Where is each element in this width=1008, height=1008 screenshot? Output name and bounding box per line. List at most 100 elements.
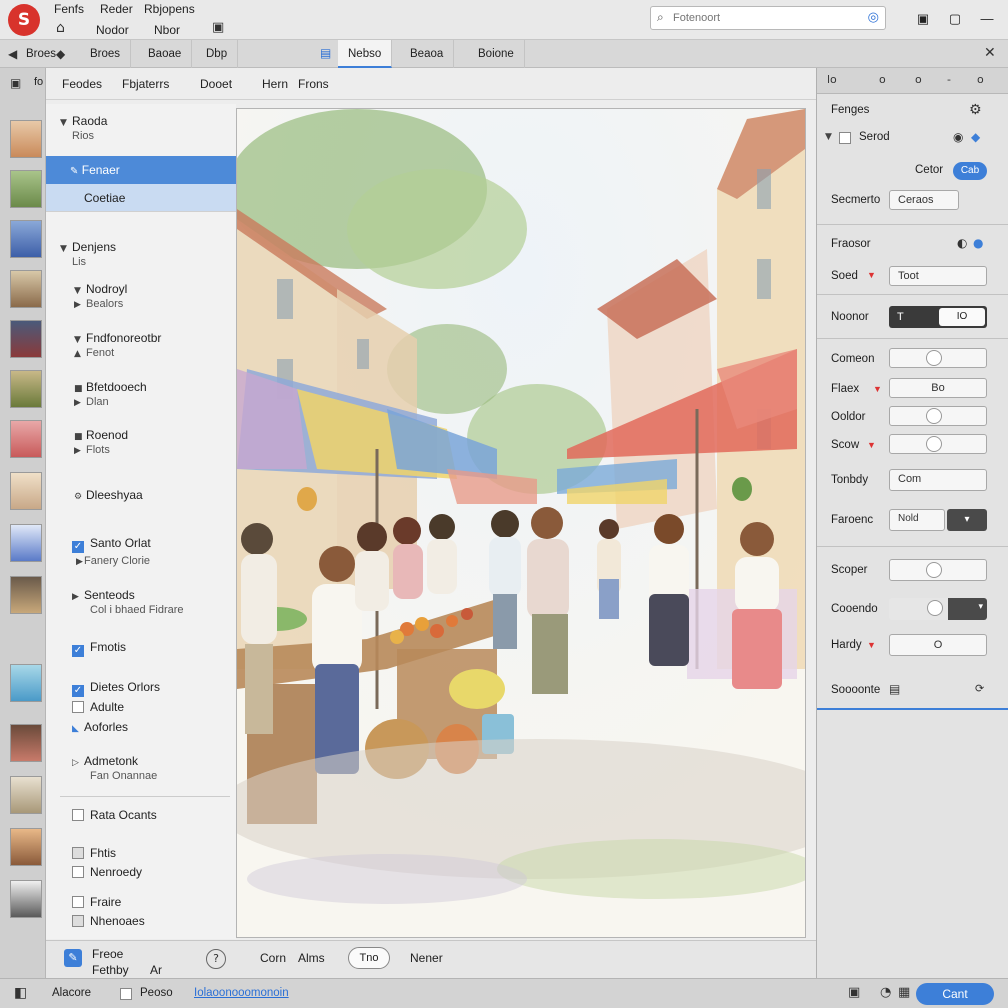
tree-item[interactable]: ■ Bfetdooech ▶ Dlan xyxy=(46,380,236,408)
canvas-area[interactable] xyxy=(236,108,806,938)
search-box[interactable]: ⌕ ◎ xyxy=(650,6,886,30)
status-item[interactable]: Alacore xyxy=(52,987,91,999)
tab-nebso[interactable]: Nebso xyxy=(338,40,393,68)
tree-item[interactable]: ▼ Fndfonoreotbr ▲ Fenot xyxy=(46,331,236,359)
check-item[interactable]: ✓ Santo Orlat ▶Fanery Clorie xyxy=(46,536,236,567)
subtab-frons[interactable]: Frons xyxy=(298,68,329,100)
history-icon[interactable]: o xyxy=(915,73,922,86)
tree-item-selected[interactable]: ✎ Fenaer xyxy=(46,156,236,184)
expand-icon[interactable]: ▼ xyxy=(74,335,86,345)
chevron-down-icon[interactable]: ▾ xyxy=(978,601,983,612)
tree-section[interactable]: ▼ Raoda Rios xyxy=(46,114,236,142)
tonby-field[interactable]: Com xyxy=(889,469,987,491)
grid-icon[interactable]: ▦ xyxy=(898,985,910,1000)
check-item[interactable]: Rata Ocants xyxy=(46,808,236,822)
collapse-icon[interactable]: ▲ xyxy=(74,349,86,359)
search-input[interactable] xyxy=(673,10,853,26)
checkbox[interactable] xyxy=(72,701,84,713)
check-item[interactable]: Fraire xyxy=(46,895,236,909)
checkbox[interactable]: ✓ xyxy=(72,685,84,697)
checkbox[interactable]: ✓ xyxy=(72,645,84,657)
collapse-icon[interactable]: ▶ xyxy=(72,592,84,602)
expand-icon[interactable]: ▼ xyxy=(60,118,72,128)
menu-item[interactable]: Reder xyxy=(100,2,133,16)
toggle-field[interactable] xyxy=(889,406,987,426)
collapse-icon[interactable]: ▷ xyxy=(72,758,84,768)
close-icon[interactable]: ✕ xyxy=(984,45,996,61)
fance-dropdown[interactable]: ▾ xyxy=(947,509,987,531)
list-icon[interactable]: ▤ xyxy=(889,682,900,696)
menu-item[interactable]: Nbor xyxy=(154,23,180,37)
thumbnail[interactable] xyxy=(10,120,42,158)
thumbnail[interactable] xyxy=(10,220,42,258)
thumbnail[interactable] xyxy=(10,472,42,510)
check-item[interactable]: ✓ Fmotis xyxy=(46,640,236,657)
expand-icon[interactable]: ▼ xyxy=(74,286,86,296)
checkbox[interactable]: ✓ xyxy=(72,541,84,553)
menu-item[interactable]: Rbjopens xyxy=(144,2,195,16)
thumbnail[interactable] xyxy=(10,370,42,408)
check-item[interactable]: ▶ Senteods Col i bhaed Fidrare xyxy=(46,588,236,616)
grid-icon[interactable]: ▣ xyxy=(10,76,21,90)
windows-icon[interactable]: ◧ xyxy=(14,985,27,1001)
toggle-field[interactable] xyxy=(889,434,987,454)
home-icon[interactable]: ⌂ xyxy=(56,20,65,36)
tree-item[interactable]: ⚙ Dleeshyaa xyxy=(46,488,236,502)
reset-icon[interactable]: ⟳ xyxy=(975,682,984,695)
hardy-field[interactable]: O xyxy=(889,634,987,656)
cooerdo-slider[interactable]: ▾ xyxy=(889,598,987,620)
thumbnail[interactable] xyxy=(10,664,42,702)
checkbox[interactable] xyxy=(120,988,132,1000)
segment-field[interactable]: Ceraos xyxy=(889,190,959,210)
thumbnail[interactable] xyxy=(10,320,42,358)
info-icon[interactable]: ? xyxy=(206,949,226,969)
check-item[interactable]: Nhenoaes xyxy=(46,914,236,928)
dropdown-icon[interactable]: ▼ xyxy=(867,640,876,650)
flaex-field[interactable]: Bo xyxy=(889,378,987,398)
expand-icon[interactable]: ▼ xyxy=(825,132,837,142)
check-item[interactable]: Adulte xyxy=(46,700,236,714)
tab-baoae[interactable]: Baoae xyxy=(138,40,193,68)
tree-item[interactable]: ■ Roenod ▶ Flots xyxy=(46,428,236,456)
check-item[interactable]: Fhtis xyxy=(46,846,236,860)
arrow-icon[interactable]: ◆ xyxy=(56,47,65,61)
gear-icon[interactable]: ⚙ xyxy=(74,492,86,502)
minimize-icon[interactable]: — xyxy=(976,8,998,30)
tab-boione[interactable]: Boione xyxy=(468,40,525,68)
tree-item-sub[interactable]: Coetiae xyxy=(46,184,236,212)
check-item[interactable]: ▷ Admetonk Fan Onannae xyxy=(46,754,236,782)
lock-icon[interactable]: ▣ xyxy=(848,985,860,1000)
checkbox[interactable] xyxy=(72,866,84,878)
status-item[interactable]: Peoso xyxy=(140,987,173,999)
checkbox[interactable] xyxy=(72,915,84,927)
collapse-icon[interactable]: ▶ xyxy=(72,557,84,567)
primary-button[interactable]: Cant xyxy=(916,983,994,1005)
maximize-icon[interactable]: ▢ xyxy=(944,8,966,30)
thumbnail[interactable] xyxy=(10,828,42,866)
tab-dbp[interactable]: Dbp xyxy=(196,40,239,68)
dropdown-icon[interactable]: ▼ xyxy=(873,384,882,394)
tab-broes[interactable]: Broes xyxy=(22,40,60,68)
thumbnail[interactable] xyxy=(10,880,42,918)
fance-field[interactable]: Nold xyxy=(889,509,945,531)
link-icon[interactable]: ◉ xyxy=(953,130,963,144)
tree-item[interactable]: ▼ Nodroyl ▶ Bealors xyxy=(46,282,236,310)
back-icon[interactable]: ◀ xyxy=(8,47,17,61)
dropdown-icon[interactable]: ▼ xyxy=(867,270,876,280)
thumbnail[interactable] xyxy=(10,420,42,458)
toggle-field[interactable] xyxy=(889,348,987,368)
panel-icon[interactable]: ▤ xyxy=(320,46,331,60)
collapse-icon[interactable]: ▶ xyxy=(74,398,86,408)
dropdown-icon[interactable]: ▼ xyxy=(867,440,876,450)
check-item[interactable]: Nenroedy xyxy=(46,865,236,879)
clock-icon[interactable]: ◔ xyxy=(880,985,891,1000)
tab-beaoa[interactable]: Beaoa xyxy=(400,40,455,68)
restore-icon[interactable]: ▣ xyxy=(912,8,934,30)
checkbox[interactable] xyxy=(839,132,851,144)
checkbox[interactable] xyxy=(72,847,84,859)
subtab-fbjaterrs[interactable]: Fbjaterrs xyxy=(122,68,169,100)
collapse-icon[interactable]: ▶ xyxy=(74,446,86,456)
layers-icon[interactable]: lo xyxy=(827,73,837,86)
expand-icon[interactable]: ▼ xyxy=(60,244,72,254)
thumbnail[interactable] xyxy=(10,170,42,208)
